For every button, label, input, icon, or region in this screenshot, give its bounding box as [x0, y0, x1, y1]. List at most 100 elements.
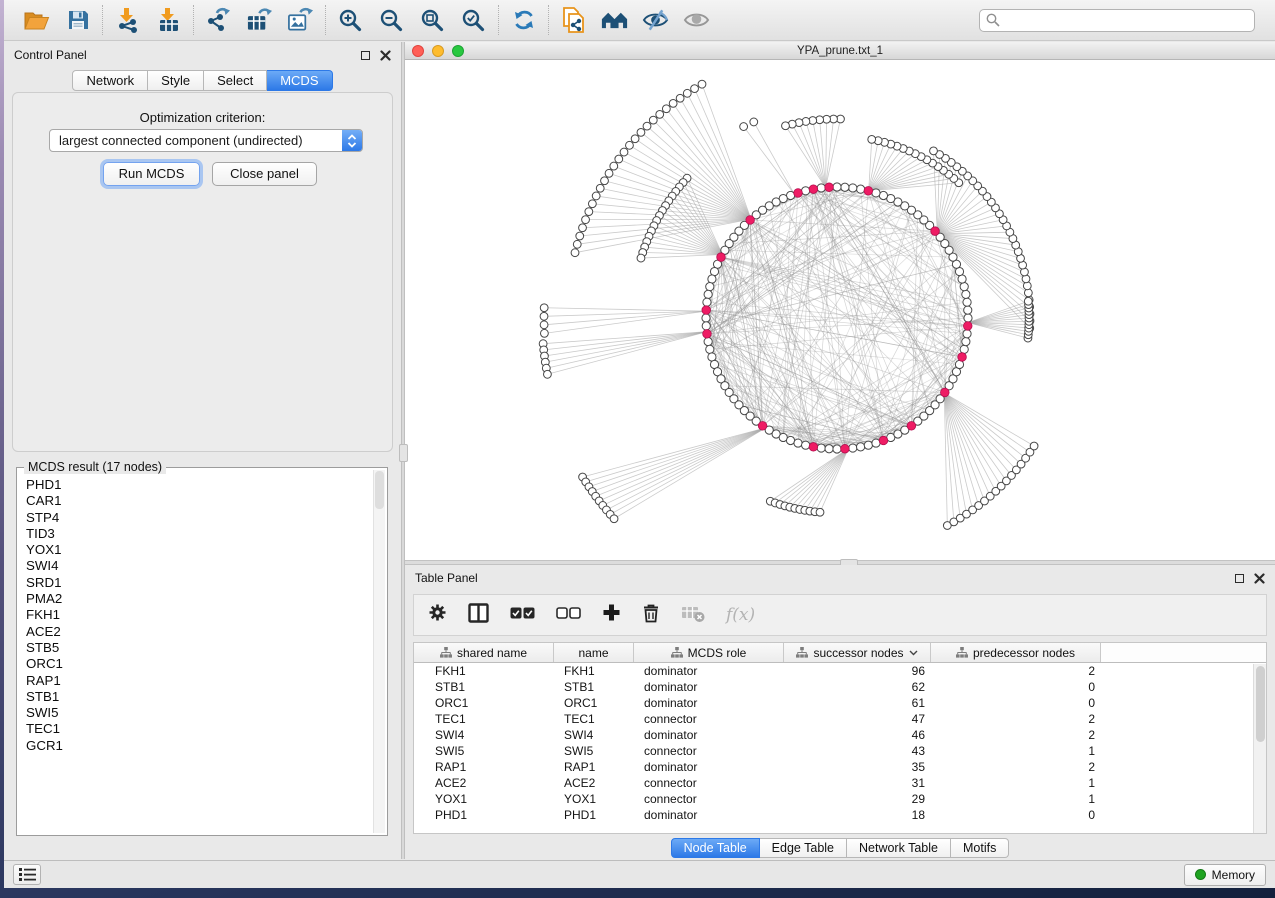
graph-node[interactable] [964, 314, 972, 322]
result-node-item[interactable]: STB5 [26, 640, 373, 656]
criterion-dropdown[interactable]: largest connected component (undirected) [49, 129, 363, 152]
result-node-item[interactable]: STB1 [26, 689, 373, 705]
graph-node[interactable] [703, 298, 711, 306]
close-panel-icon[interactable] [1254, 573, 1265, 584]
network-window-titlebar[interactable]: YPA_prune.txt_1 [405, 42, 1275, 60]
graph-node[interactable] [601, 177, 609, 185]
tab-network-table[interactable]: Network Table [847, 838, 951, 858]
result-node-item[interactable]: FKH1 [26, 607, 373, 623]
graph-node[interactable] [1023, 282, 1031, 290]
graph-node[interactable] [782, 122, 790, 130]
result-node-item[interactable]: STP4 [26, 510, 373, 526]
find-neighbors-icon[interactable] [601, 7, 628, 34]
graph-node[interactable] [541, 329, 549, 337]
result-node-item[interactable]: GCR1 [26, 738, 373, 754]
splitter-grip[interactable] [399, 444, 408, 462]
show-panels-list-button[interactable] [13, 864, 41, 885]
graph-node[interactable] [849, 184, 857, 192]
graph-node[interactable] [706, 345, 714, 353]
graph-node[interactable] [631, 135, 639, 143]
graph-node[interactable] [676, 94, 684, 102]
graph-node[interactable] [864, 441, 872, 449]
close-panel-icon[interactable] [380, 50, 391, 61]
graph-node[interactable] [857, 185, 865, 193]
graph-node-mcds[interactable] [958, 353, 967, 362]
graph-node[interactable] [544, 370, 552, 378]
graph-node[interactable] [879, 191, 887, 199]
graph-node[interactable] [960, 345, 968, 353]
table-row[interactable]: TEC1TEC1connector472 [414, 711, 1266, 727]
graph-node[interactable] [620, 148, 628, 156]
graph-node[interactable] [637, 128, 645, 136]
table-row[interactable]: ACE2ACE2connector311 [414, 775, 1266, 791]
graph-node[interactable] [540, 321, 548, 329]
graph-node[interactable] [872, 189, 880, 197]
export-network-icon[interactable] [205, 7, 232, 34]
graph-node[interactable] [588, 200, 596, 208]
graph-node[interactable] [857, 443, 865, 451]
graph-node[interactable] [963, 298, 971, 306]
graph-node-mcds[interactable] [703, 329, 712, 338]
graph-node-mcds[interactable] [794, 189, 803, 198]
graph-node[interactable] [579, 224, 587, 232]
graph-node[interactable] [786, 436, 794, 444]
show-all-eye-icon[interactable] [683, 7, 710, 34]
table-scrollbar[interactable] [1253, 664, 1266, 833]
graph-node[interactable] [704, 338, 712, 346]
graph-node[interactable] [582, 216, 590, 224]
graph-node-mcds[interactable] [809, 185, 818, 194]
table-row[interactable]: YOX1YOX1connector291 [414, 791, 1266, 807]
graph-node-mcds[interactable] [758, 422, 767, 431]
open-session-icon[interactable] [23, 7, 50, 34]
graph-node[interactable] [964, 306, 972, 314]
graph-node[interactable] [960, 283, 968, 291]
graph-node[interactable] [833, 445, 841, 453]
graph-node-mcds[interactable] [746, 216, 755, 225]
graph-node[interactable] [592, 192, 600, 200]
graph-node[interactable] [571, 249, 579, 257]
graph-node[interactable] [740, 123, 748, 131]
graph-node[interactable] [833, 183, 841, 191]
table-row[interactable]: RAP1RAP1dominator352 [414, 759, 1266, 775]
graph-node[interactable] [794, 439, 802, 447]
column-header-predecessor-nodes[interactable]: predecessor nodes [931, 643, 1101, 662]
graph-node[interactable] [610, 162, 618, 170]
tab-network[interactable]: Network [72, 70, 148, 91]
result-node-item[interactable]: ACE2 [26, 624, 373, 640]
graph-node[interactable] [540, 304, 548, 312]
graph-node[interactable] [708, 275, 716, 283]
result-node-item[interactable]: YOX1 [26, 542, 373, 558]
graph-node[interactable] [706, 283, 714, 291]
run-mcds-button[interactable]: Run MCDS [103, 162, 200, 186]
graph-node[interactable] [868, 135, 876, 143]
result-node-item[interactable]: SWI4 [26, 558, 373, 574]
delete-column-icon[interactable] [642, 603, 660, 628]
table-settings-gear-icon[interactable] [428, 603, 447, 627]
graph-node-mcds[interactable] [879, 436, 888, 445]
tab-node-table[interactable]: Node Table [671, 838, 760, 858]
tab-edge-table[interactable]: Edge Table [760, 838, 847, 858]
graph-node[interactable] [615, 155, 623, 163]
tab-style[interactable]: Style [148, 70, 204, 91]
show-columns-icon[interactable] [468, 603, 489, 628]
delete-table-icon[interactable] [681, 603, 705, 628]
graph-node[interactable] [930, 147, 938, 155]
graph-node[interactable] [637, 254, 645, 262]
graph-node[interactable] [610, 515, 618, 523]
search-input[interactable] [1005, 13, 1248, 27]
graph-node[interactable] [605, 169, 613, 177]
tab-select[interactable]: Select [204, 70, 267, 91]
graph-node[interactable] [750, 118, 758, 126]
graph-node-mcds[interactable] [864, 187, 873, 196]
graph-node[interactable] [656, 110, 664, 118]
zoom-in-icon[interactable] [337, 7, 364, 34]
graph-node[interactable] [540, 312, 548, 320]
result-node-item[interactable]: TID3 [26, 526, 373, 542]
table-row[interactable]: STB1STB1dominator620 [414, 679, 1266, 695]
graph-node[interactable] [963, 330, 971, 338]
refresh-icon[interactable] [510, 7, 537, 34]
clone-network-icon[interactable] [560, 7, 587, 34]
graph-node[interactable] [816, 508, 824, 516]
minimize-window-icon[interactable] [432, 45, 444, 57]
tab-mcds[interactable]: MCDS [267, 70, 332, 91]
